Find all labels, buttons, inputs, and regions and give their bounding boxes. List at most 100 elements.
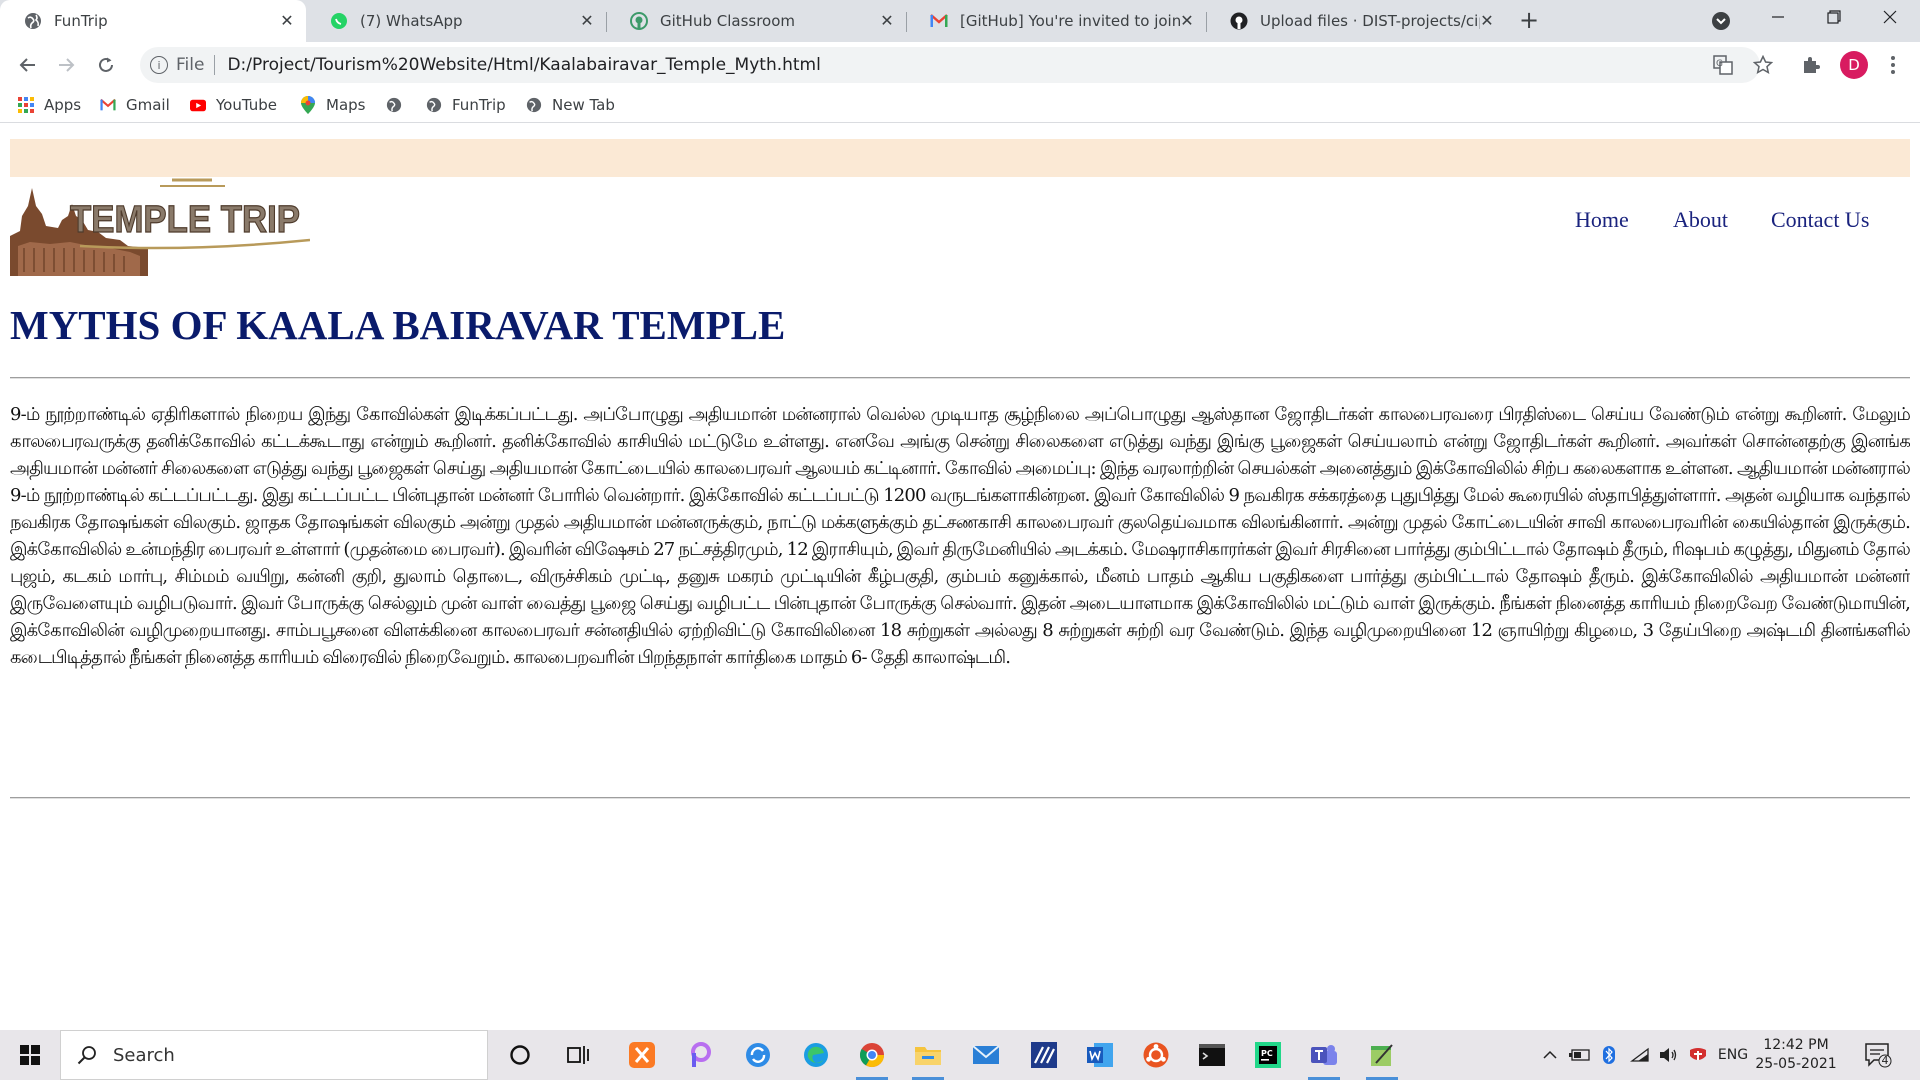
word-icon[interactable] bbox=[1080, 1036, 1120, 1074]
ubuntu-icon[interactable] bbox=[1136, 1036, 1176, 1074]
clock-time: 12:42 PM bbox=[1763, 1037, 1829, 1053]
bookmark-new-tab[interactable]: New Tab bbox=[526, 94, 615, 116]
tab-title: (7) WhatsApp bbox=[360, 12, 463, 30]
notification-count: 4 bbox=[1881, 1054, 1889, 1067]
browser-toolbar: i File D:/Project/Tourism%20Website/Html… bbox=[0, 42, 1920, 88]
nav-contact-link[interactable]: Contact Us bbox=[1771, 207, 1869, 233]
notepad-icon[interactable] bbox=[1362, 1036, 1402, 1080]
profile-avatar[interactable]: D bbox=[1840, 51, 1868, 79]
terminal-icon[interactable] bbox=[1192, 1036, 1232, 1074]
cortana-circle-icon[interactable] bbox=[500, 1036, 540, 1074]
windows-taskbar: Search PC ENG 12:42 PM 25-05-2021 4 bbox=[0, 1030, 1920, 1080]
pycharm-icon[interactable]: PC bbox=[1248, 1036, 1288, 1074]
logo-text: TEMPLE TRIP bbox=[70, 199, 300, 241]
bookmark-label: Maps bbox=[326, 96, 366, 114]
new-tab-button[interactable]: + bbox=[1516, 8, 1542, 34]
close-icon[interactable]: ✕ bbox=[1178, 12, 1196, 30]
gmail-icon bbox=[930, 12, 948, 30]
wifi-icon[interactable] bbox=[1628, 1030, 1652, 1080]
divider bbox=[214, 55, 216, 75]
url-text[interactable]: D:/Project/Tourism%20Website/Html/Kaalab… bbox=[227, 55, 820, 75]
close-icon[interactable]: ✕ bbox=[578, 12, 596, 30]
close-icon[interactable]: ✕ bbox=[878, 12, 896, 30]
divider-bottom bbox=[10, 797, 1910, 799]
bookmark-label: Gmail bbox=[126, 96, 170, 114]
tab-github-classroom[interactable]: GitHub Classroom ✕ bbox=[606, 0, 906, 42]
picsart-icon[interactable] bbox=[680, 1036, 720, 1074]
teams-icon[interactable] bbox=[1304, 1036, 1344, 1080]
nav-home-link[interactable]: Home bbox=[1575, 207, 1629, 233]
bookmark-globe[interactable] bbox=[386, 94, 412, 116]
tab-title: [GitHub] You're invited to join the bbox=[960, 12, 1180, 30]
reload-icon[interactable] bbox=[92, 51, 120, 79]
clock-date: 25-05-2021 bbox=[1755, 1056, 1837, 1072]
forward-arrow-icon[interactable] bbox=[52, 51, 80, 79]
globe-icon bbox=[386, 97, 402, 113]
globe-icon bbox=[24, 12, 42, 30]
task-view-icon[interactable] bbox=[558, 1036, 598, 1074]
mail-icon[interactable] bbox=[966, 1036, 1006, 1074]
tab-search-icon[interactable] bbox=[1712, 12, 1730, 30]
whatsapp-icon bbox=[330, 12, 348, 30]
close-icon[interactable]: ✕ bbox=[278, 12, 296, 30]
page-title: MYTHS OF KAALA BAIRAVAR TEMPLE bbox=[10, 302, 786, 348]
svg-text:PC: PC bbox=[1261, 1049, 1273, 1058]
address-bar[interactable]: i File D:/Project/Tourism%20Website/Html… bbox=[140, 47, 1760, 83]
extensions-puzzle-icon[interactable] bbox=[1800, 54, 1822, 76]
translate-icon[interactable]: G bbox=[1712, 54, 1734, 76]
search-placeholder: Search bbox=[113, 1044, 175, 1066]
page-viewport: TEMPLE TRIP Home About Contact Us MYTHS … bbox=[0, 123, 1920, 1030]
site-logo[interactable]: TEMPLE TRIP bbox=[10, 176, 311, 276]
sync-icon[interactable] bbox=[738, 1036, 778, 1074]
svg-text:G: G bbox=[1716, 59, 1723, 69]
bookmark-youtube[interactable]: YouTube bbox=[190, 94, 277, 116]
site-info-icon[interactable]: i bbox=[150, 56, 168, 74]
tab-gmail-invite[interactable]: [GitHub] You're invited to join the ✕ bbox=[906, 0, 1206, 42]
volume-icon[interactable] bbox=[1656, 1030, 1680, 1080]
header-banner bbox=[10, 139, 1910, 177]
divider-top bbox=[10, 377, 1910, 379]
xampp-icon[interactable] bbox=[622, 1036, 662, 1074]
globe-icon bbox=[426, 97, 442, 113]
system-clock[interactable]: 12:42 PM 25-05-2021 bbox=[1746, 1036, 1846, 1074]
search-icon bbox=[75, 1043, 99, 1067]
bookmark-funtrip[interactable]: FunTrip bbox=[426, 94, 506, 116]
maps-pin-icon bbox=[300, 96, 316, 114]
file-explorer-icon[interactable] bbox=[908, 1036, 948, 1080]
bookmark-gmail[interactable]: Gmail bbox=[100, 94, 170, 116]
more-menu-icon[interactable] bbox=[1882, 54, 1904, 76]
tab-upload-files[interactable]: Upload files · DIST-projects/cip_2 ✕ bbox=[1206, 0, 1506, 42]
minimize-icon[interactable] bbox=[1750, 0, 1806, 42]
antivirus-icon[interactable] bbox=[1686, 1030, 1710, 1080]
tab-title: Upload files · DIST-projects/cip_2 bbox=[1260, 12, 1480, 30]
tab-strip: FunTrip ✕ (7) WhatsApp ✕ GitHub Classroo… bbox=[0, 0, 1920, 42]
bluetooth-icon[interactable] bbox=[1598, 1030, 1620, 1080]
mathcad-icon[interactable] bbox=[1024, 1036, 1064, 1074]
battery-icon[interactable] bbox=[1568, 1030, 1592, 1080]
back-arrow-icon[interactable] bbox=[14, 51, 42, 79]
bookmark-label: New Tab bbox=[552, 96, 615, 114]
tab-title: FunTrip bbox=[54, 12, 108, 30]
edge-icon[interactable] bbox=[796, 1036, 836, 1074]
show-hidden-icons-chevron-icon[interactable] bbox=[1538, 1030, 1562, 1080]
scheme-label: File bbox=[176, 55, 205, 75]
chrome-icon[interactable] bbox=[852, 1036, 892, 1080]
restore-icon[interactable] bbox=[1806, 0, 1862, 42]
window-close-icon[interactable] bbox=[1862, 0, 1918, 42]
bookmark-label: FunTrip bbox=[452, 96, 506, 114]
windows-start-icon[interactable] bbox=[0, 1030, 60, 1080]
close-icon[interactable]: ✕ bbox=[1478, 12, 1496, 30]
tab-title: GitHub Classroom bbox=[660, 12, 796, 30]
tab-funtrip[interactable]: FunTrip ✕ bbox=[0, 0, 306, 42]
bookmark-apps[interactable]: Apps bbox=[18, 94, 81, 116]
notification-center-icon[interactable]: 4 bbox=[1864, 1042, 1892, 1068]
bookmark-star-icon[interactable] bbox=[1752, 54, 1774, 76]
nav-about-link[interactable]: About bbox=[1673, 207, 1728, 233]
taskbar-search-box[interactable]: Search bbox=[60, 1030, 488, 1080]
bookmark-label: Apps bbox=[44, 96, 82, 114]
bookmark-label: YouTube bbox=[216, 96, 277, 114]
gmail-icon bbox=[100, 97, 116, 113]
language-indicator[interactable]: ENG bbox=[1716, 1030, 1750, 1080]
tab-whatsapp[interactable]: (7) WhatsApp ✕ bbox=[306, 0, 606, 42]
bookmark-maps[interactable]: Maps bbox=[300, 94, 365, 116]
